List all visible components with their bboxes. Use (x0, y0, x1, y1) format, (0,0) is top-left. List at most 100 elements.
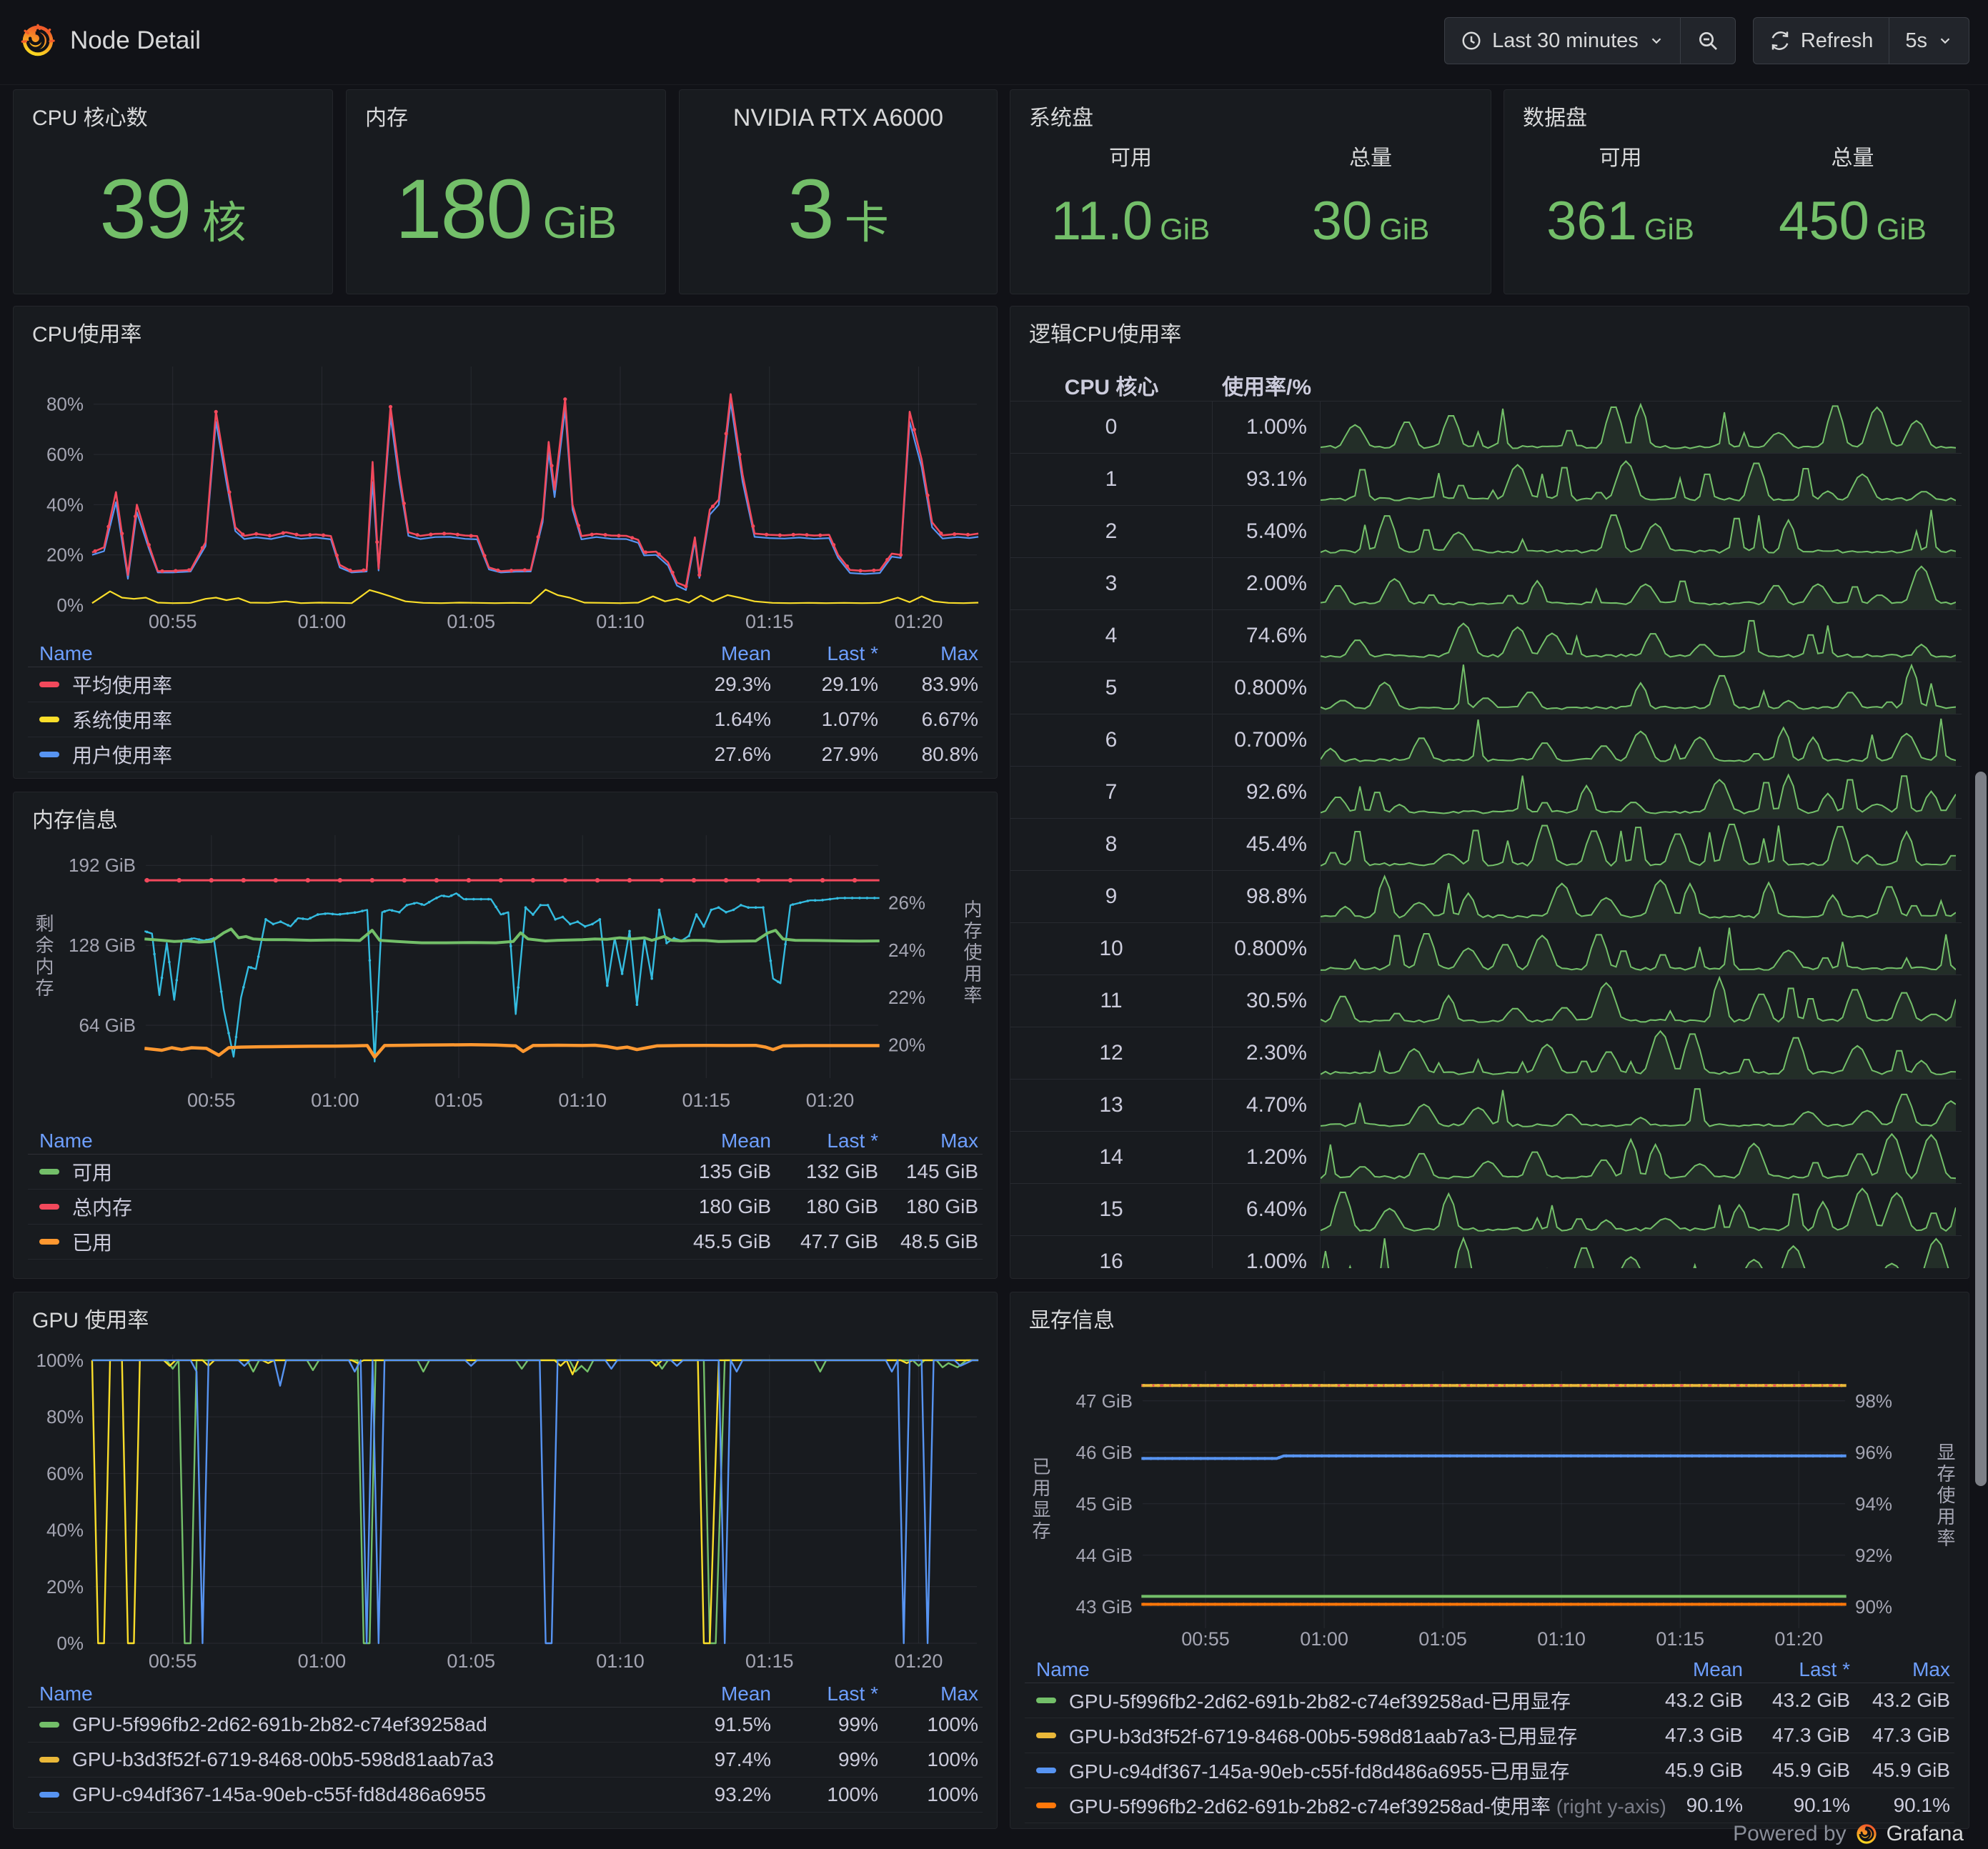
legend-header-name[interactable]: Name (1025, 1658, 1640, 1681)
legend-header-mean[interactable]: Mean (668, 1130, 775, 1152)
y-axis-label: 0% (56, 594, 84, 616)
legend-name[interactable]: GPU-5f996fb2-2d62-691b-2b82-c74ef39258ad… (1025, 1791, 1666, 1820)
legend-max: 80.8% (921, 743, 978, 765)
table-row: 0 1.00% (1010, 401, 1962, 453)
y-axis-label: 40% (46, 1520, 84, 1541)
panel-title[interactable]: 系统盘 (1029, 100, 1093, 131)
legend-name[interactable]: 平均使用率 (28, 670, 668, 699)
legend-header-max[interactable]: Max (883, 642, 983, 665)
x-axis-label: 01:15 (745, 611, 794, 632)
stat-unit: 卡 (844, 199, 889, 248)
refresh-interval-button[interactable]: 5s (1889, 18, 1969, 64)
panel-title[interactable]: 数据盘 (1523, 100, 1587, 131)
legend-name[interactable]: GPU-b3d3f52f-6719-8468-00b5-598d81aab7a3… (1025, 1721, 1640, 1750)
footer-powered-by: Powered by (1733, 1822, 1847, 1845)
legend-name[interactable]: 已用 (28, 1227, 668, 1256)
refresh-label: Refresh (1800, 29, 1874, 52)
legend-last: 29.1% (821, 673, 878, 695)
table-row: 16 1.00% (1010, 1235, 1962, 1268)
legend-mean: 45.5 GiB (693, 1230, 771, 1252)
legend-header-mean[interactable]: Mean (668, 1683, 775, 1705)
usage-cell: 5.40% (1213, 506, 1321, 557)
legend-header-name[interactable]: Name (28, 1683, 668, 1705)
legend-header-max[interactable]: Max (1854, 1658, 1954, 1681)
legend-name[interactable]: 可用 (28, 1157, 668, 1186)
legend-header-max[interactable]: Max (883, 1130, 983, 1152)
panel-title[interactable]: 内存 (365, 100, 408, 131)
scrollbar-thumb[interactable] (1975, 772, 1987, 1486)
y-axis-label: 60% (46, 444, 84, 465)
x-axis-label: 01:00 (1300, 1628, 1348, 1650)
legend-header-mean[interactable]: Mean (1640, 1658, 1747, 1681)
core-cell: 13 (1010, 1080, 1213, 1131)
legend-max: 180 GiB (905, 1195, 978, 1217)
panel-gpu-usage: GPU 使用率 0% 20% 40% 60% 80% 100% 00:55 01:00 01:0… (13, 1292, 998, 1829)
time-range-button[interactable]: Last 30 minutes (1445, 18, 1680, 64)
legend-last: 100% (827, 1783, 878, 1805)
stat-value: 30 GiB (1311, 191, 1430, 251)
legend-max: 83.9% (921, 673, 978, 695)
legend-color-pill (39, 1239, 59, 1245)
legend-header-last[interactable]: Last * (775, 1683, 883, 1705)
legend-max: 48.5 GiB (900, 1230, 978, 1252)
core-cell: 10 (1010, 923, 1213, 975)
x-axis-label: 01:05 (447, 611, 495, 632)
legend-row: 总内存 180 GiB 180 GiB 180 GiB (28, 1190, 983, 1225)
legend-header: Name Mean Last * Max (28, 641, 983, 667)
usage-cell: 30.5% (1213, 975, 1321, 1027)
legend-color-pill (1036, 1733, 1056, 1738)
time-controls-group: Last 30 minutes (1444, 17, 1736, 64)
core-cell: 7 (1010, 767, 1213, 818)
table-row: 7 92.6% (1010, 766, 1962, 818)
legend-name[interactable]: GPU-c94df367-145a-90eb-c55f-fd8d486a6955… (1025, 1756, 1640, 1785)
y-axis-label: 128 GiB (69, 935, 136, 956)
core-cell: 5 (1010, 662, 1213, 714)
clock-icon (1462, 31, 1481, 50)
panel-title[interactable]: 内存信息 (32, 802, 118, 834)
zoom-out-button[interactable] (1679, 18, 1735, 64)
legend-name[interactable]: GPU-b3d3f52f-6719-8468-00b5-598d81aab7a3 (28, 1748, 668, 1771)
legend-name[interactable]: 系统使用率 (28, 705, 668, 734)
legend-row: GPU-c94df367-145a-90eb-c55f-fd8d486a6955… (1025, 1753, 1954, 1788)
y-axis-label: 47 GiB (1076, 1390, 1133, 1412)
legend-header-last[interactable]: Last * (775, 642, 883, 665)
usage-cell: 1.20% (1213, 1132, 1321, 1183)
legend-last: 132 GiB (805, 1160, 878, 1182)
table-header-core[interactable]: CPU 核心 (1010, 369, 1213, 401)
legend-header-name[interactable]: Name (28, 1130, 668, 1152)
core-cell: 16 (1010, 1236, 1213, 1268)
panel-title[interactable]: GPU 使用率 (32, 1302, 149, 1334)
legend-header-mean[interactable]: Mean (668, 642, 775, 665)
y-axis-label: 45 GiB (1076, 1493, 1133, 1515)
y-axis-label-right: 92% (1855, 1545, 1892, 1566)
legend-row: GPU-b3d3f52f-6719-8468-00b5-598d81aab7a3… (28, 1743, 983, 1778)
legend-color-pill (39, 682, 59, 687)
legend-last: 99% (838, 1713, 878, 1735)
x-axis-label: 01:00 (311, 1090, 359, 1111)
legend-header-last[interactable]: Last * (1747, 1658, 1854, 1681)
legend-max: 90.1% (1893, 1794, 1950, 1816)
panel-title[interactable]: CPU使用率 (32, 317, 141, 348)
panel-title[interactable]: NVIDIA RTX A6000 (680, 104, 997, 132)
panel-title[interactable]: 显存信息 (1029, 1302, 1115, 1334)
disk-col-label: 可用 (1599, 146, 1642, 170)
usage-cell: 0.800% (1213, 662, 1321, 714)
footer-brand[interactable]: Grafana (1887, 1822, 1964, 1846)
legend-header-name[interactable]: Name (28, 642, 668, 665)
legend-name[interactable]: GPU-5f996fb2-2d62-691b-2b82-c74ef39258ad (28, 1713, 668, 1736)
legend-name[interactable]: GPU-c94df367-145a-90eb-c55f-fd8d486a6955 (28, 1783, 668, 1806)
stat-value: 180 GiB (394, 162, 617, 256)
panel-title[interactable]: 逻辑CPU使用率 (1029, 317, 1181, 348)
legend-color-pill (1036, 1698, 1056, 1703)
legend-row: GPU-5f996fb2-2d62-691b-2b82-c74ef39258ad… (1025, 1683, 1954, 1718)
legend-name[interactable]: GPU-5f996fb2-2d62-691b-2b82-c74ef39258ad… (1025, 1686, 1640, 1715)
refresh-button[interactable]: Refresh (1754, 18, 1889, 64)
legend-row: 用户使用率 27.6% 27.9% 80.8% (28, 737, 983, 772)
core-cell: 6 (1010, 714, 1213, 766)
legend-header-last[interactable]: Last * (775, 1130, 883, 1152)
legend-header-max[interactable]: Max (883, 1683, 983, 1705)
legend-name[interactable]: 用户使用率 (28, 740, 668, 769)
table-header-usage[interactable]: 使用率/% (1213, 369, 1321, 401)
legend-name[interactable]: 总内存 (28, 1192, 668, 1221)
panel-title[interactable]: CPU 核心数 (32, 100, 148, 131)
